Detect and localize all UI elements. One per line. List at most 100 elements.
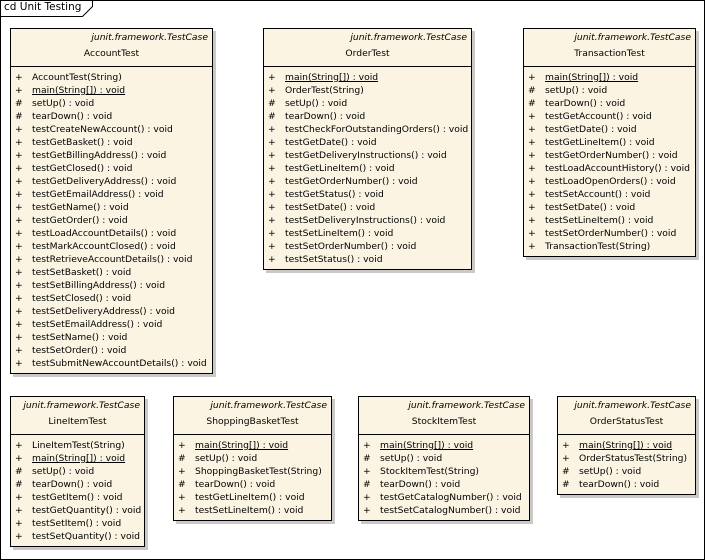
operation-row[interactable]: + testSetDeliveryAddress() : void (11, 305, 212, 318)
operation-row[interactable]: + testGetStatus() : void (264, 188, 471, 201)
operation-row[interactable]: + main(String[]) : void (359, 439, 529, 452)
operation-row[interactable]: # tearDown() : void (11, 478, 144, 491)
operation-row[interactable]: + LineItemTest(String) (11, 439, 144, 452)
operation-row[interactable]: + testGetOrder() : void (11, 214, 212, 227)
visibility-marker: + (15, 332, 23, 343)
operation-row[interactable]: # setUp() : void (359, 452, 529, 465)
visibility-marker: # (15, 479, 23, 490)
operation-row[interactable]: + testSetBillingAddress() : void (11, 279, 212, 292)
operation-row[interactable]: # setUp() : void (11, 97, 212, 110)
operation-row[interactable]: + testMarkAccountClosed() : void (11, 240, 212, 253)
operation-row[interactable]: + testSetAccount() : void (524, 188, 695, 201)
visibility-marker: + (178, 492, 186, 503)
class-line-item-test[interactable]: junit.framework.TestCase LineItemTest + L… (10, 396, 145, 547)
operation-row[interactable]: + testSetBasket() : void (11, 266, 212, 279)
operation-row[interactable]: + main(String[]) : void (558, 439, 695, 452)
operation-signature: testGetEmailAddress() : void (32, 189, 164, 200)
operation-row[interactable]: + testRetrieveAccountDetails() : void (11, 253, 212, 266)
operation-row[interactable]: + testSetOrder() : void (11, 344, 212, 357)
operation-row[interactable]: + testGetLineItem() : void (174, 491, 331, 504)
operation-row[interactable]: # setUp() : void (264, 97, 471, 110)
class-stock-item-test[interactable]: junit.framework.TestCase StockItemTest +… (358, 396, 530, 521)
operation-row[interactable]: + testGetCatalogNumber() : void (359, 491, 529, 504)
class-shopping-basket-test[interactable]: junit.framework.TestCase ShoppingBasketT… (173, 396, 332, 521)
operation-row[interactable]: # tearDown() : void (264, 110, 471, 123)
operation-row[interactable]: + testSetClosed() : void (11, 292, 212, 305)
visibility-marker: # (562, 479, 570, 490)
operation-signature: testGetAccount() : void (545, 111, 652, 122)
operation-row[interactable]: + testCreateNewAccount() : void (11, 123, 212, 136)
visibility-marker: + (268, 228, 276, 239)
operation-row[interactable]: + main(String[]) : void (524, 71, 695, 84)
operation-row[interactable]: + main(String[]) : void (174, 439, 331, 452)
operation-row[interactable]: + testSetEmailAddress() : void (11, 318, 212, 331)
operation-row[interactable]: + testGetClosed() : void (11, 162, 212, 175)
operation-row[interactable]: + testLoadAccountDetails() : void (11, 227, 212, 240)
operation-signature: testGetBasket() : void (32, 137, 133, 148)
operation-row[interactable]: + testGetLineItem() : void (264, 162, 471, 175)
operation-row[interactable]: + testSetItem() : void (11, 517, 144, 530)
operation-signature: main(String[]) : void (32, 85, 126, 96)
visibility-marker: + (268, 241, 276, 252)
operation-row[interactable]: + testGetEmailAddress() : void (11, 188, 212, 201)
operation-row[interactable]: + testGetDeliveryAddress() : void (11, 175, 212, 188)
operation-row[interactable]: + testSubmitNewAccountDetails() : void (11, 357, 212, 370)
operation-row[interactable]: + testSetDate() : void (264, 201, 471, 214)
operation-row[interactable]: + testGetName() : void (11, 201, 212, 214)
operation-row[interactable]: + main(String[]) : void (264, 71, 471, 84)
operation-row[interactable]: + testSetOrderNumber() : void (264, 240, 471, 253)
operation-row[interactable]: + testGetOrderNumber() : void (264, 175, 471, 188)
operation-row[interactable]: # tearDown() : void (359, 478, 529, 491)
operation-row[interactable]: # setUp() : void (11, 465, 144, 478)
operation-row[interactable]: # setUp() : void (558, 465, 695, 478)
operation-row[interactable]: + testSetStatus() : void (264, 253, 471, 266)
operation-row[interactable]: + testGetDeliveryInstructions() : void (264, 149, 471, 162)
operation-signature: testSetItem() : void (32, 518, 122, 529)
operation-row[interactable]: + testSetLineItem() : void (174, 504, 331, 517)
operation-row[interactable]: + testGetDate() : void (524, 123, 695, 136)
operation-signature: setUp() : void (32, 466, 95, 477)
operation-row[interactable]: # tearDown() : void (524, 97, 695, 110)
operation-row[interactable]: + testSetLineItem() : void (264, 227, 471, 240)
operation-row[interactable]: + testGetItem() : void (11, 491, 144, 504)
operation-row[interactable]: + testSetQuantity() : void (11, 530, 144, 543)
class-order-status-test[interactable]: junit.framework.TestCase OrderStatusTest… (557, 396, 696, 495)
operation-row[interactable]: + testGetBasket() : void (11, 136, 212, 149)
operation-row[interactable]: # setUp() : void (524, 84, 695, 97)
operation-row[interactable]: + testSetDate() : void (524, 201, 695, 214)
operation-row[interactable]: + testSetDeliveryInstructions() : void (264, 214, 471, 227)
class-order-test[interactable]: junit.framework.TestCase OrderTest + main… (263, 28, 472, 270)
operation-row[interactable]: # tearDown() : void (174, 478, 331, 491)
operation-row[interactable]: # tearDown() : void (558, 478, 695, 491)
operation-signature: testSetName() : void (32, 332, 128, 343)
operation-row[interactable]: # setUp() : void (174, 452, 331, 465)
operation-row[interactable]: + testGetQuantity() : void (11, 504, 144, 517)
operation-row[interactable]: + testSetLineItem() : void (524, 214, 695, 227)
operation-row[interactable]: + testGetOrderNumber() : void (524, 149, 695, 162)
operation-row[interactable]: + main(String[]) : void (11, 84, 212, 97)
operation-row[interactable]: + OrderStatusTest(String) (558, 452, 695, 465)
operation-row[interactable]: + testLoadAccountHistory() : void (524, 162, 695, 175)
operation-row[interactable]: + OrderTest(String) (264, 84, 471, 97)
operation-row[interactable]: + testGetLineItem() : void (524, 136, 695, 149)
class-account-test[interactable]: junit.framework.TestCase AccountTest + Ac… (10, 28, 213, 374)
operation-row[interactable]: + ShoppingBasketTest(String) (174, 465, 331, 478)
operation-row[interactable]: + testSetCatalogNumber() : void (359, 504, 529, 517)
class-transaction-test[interactable]: junit.framework.TestCase TransactionTest… (523, 28, 696, 257)
class-operations: + main(String[]) : void # setUp() : void + St… (359, 435, 529, 520)
operation-row[interactable]: + testCheckForOutstandingOrders() : void (264, 123, 471, 136)
operation-row[interactable]: + AccountTest(String) (11, 71, 212, 84)
operation-row[interactable]: + testSetOrderNumber() : void (524, 227, 695, 240)
operation-row[interactable]: # tearDown() : void (11, 110, 212, 123)
operation-signature: testGetQuantity() : void (32, 505, 142, 516)
operation-row[interactable]: + TransactionTest(String) (524, 240, 695, 253)
operation-row[interactable]: + main(String[]) : void (11, 452, 144, 465)
operation-row[interactable]: + StockItemTest(String) (359, 465, 529, 478)
operation-row[interactable]: + testLoadOpenOrders() : void (524, 175, 695, 188)
visibility-marker: + (528, 150, 536, 161)
operation-row[interactable]: + testGetDate() : void (264, 136, 471, 149)
class-stereotype: junit.framework.TestCase (91, 32, 208, 43)
operation-row[interactable]: + testGetBillingAddress() : void (11, 149, 212, 162)
operation-row[interactable]: + testSetName() : void (11, 331, 212, 344)
operation-row[interactable]: + testGetAccount() : void (524, 110, 695, 123)
